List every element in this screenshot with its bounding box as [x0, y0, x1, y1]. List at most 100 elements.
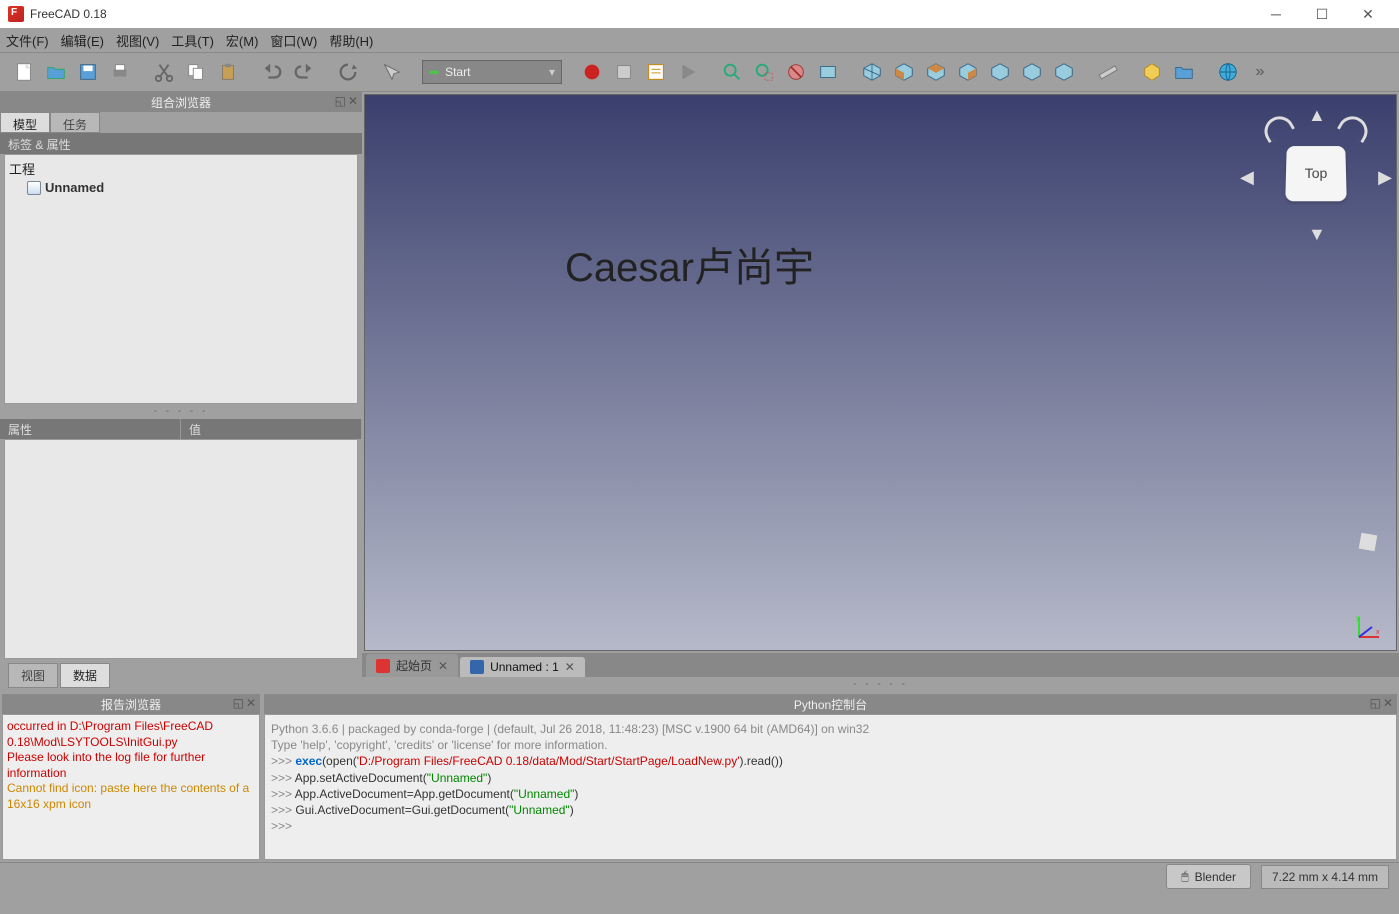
- panel-close-icon[interactable]: ✕: [348, 94, 358, 108]
- tree-root[interactable]: 工程: [9, 159, 353, 178]
- nav-down-arrow-icon[interactable]: ▼: [1308, 224, 1326, 245]
- panel-close-icon[interactable]: ✕: [1383, 696, 1393, 710]
- paste-icon[interactable]: [214, 58, 242, 86]
- view-iso-icon[interactable]: [858, 58, 886, 86]
- splitter-handle[interactable]: - - - - -: [362, 677, 1399, 692]
- nav-rotate-ccw-icon[interactable]: [1259, 111, 1295, 143]
- mouse-icon: 🖱: [1181, 869, 1188, 884]
- close-tab-icon[interactable]: ✕: [565, 660, 575, 674]
- macro-list-icon[interactable]: [642, 58, 670, 86]
- draw-style-icon[interactable]: [782, 58, 810, 86]
- print-icon[interactable]: [106, 58, 134, 86]
- macro-record-icon[interactable]: [578, 58, 606, 86]
- macro-play-icon[interactable]: [674, 58, 702, 86]
- group-icon[interactable]: [1170, 58, 1198, 86]
- menu-file[interactable]: 文件(F): [6, 31, 49, 50]
- panel-float-icon[interactable]: ◱: [233, 696, 244, 710]
- py-line: >>> Gui.ActiveDocument=Gui.getDocument("…: [271, 802, 1390, 818]
- cut-icon[interactable]: [150, 58, 178, 86]
- refresh-icon[interactable]: [334, 58, 362, 86]
- doc-tab-unnamed[interactable]: Unnamed : 1 ✕: [460, 657, 585, 677]
- report-line: occurred in D:\Program Files\FreeCAD 0.1…: [7, 719, 255, 750]
- panel-close-icon[interactable]: ✕: [246, 696, 256, 710]
- menu-bar: 文件(F) 编辑(E) 视图(V) 工具(T) 宏(M) 窗口(W) 帮助(H): [0, 28, 1399, 52]
- main-area: 组合浏览器 ◱ ✕ 模型 任务 标签 & 属性 工程 Unnamed - - -…: [0, 92, 1399, 692]
- py-line: Type 'help', 'copyright', 'credits' or '…: [271, 737, 1390, 753]
- part-icon[interactable]: [1138, 58, 1166, 86]
- viewport-wrap: Caesar卢尚宇 ▲ ▼ ◀ ▶ Top xy 起始页 ✕: [362, 92, 1399, 692]
- tree-item-unnamed[interactable]: Unnamed: [9, 180, 353, 195]
- panel-float-icon[interactable]: ◱: [1370, 696, 1381, 710]
- nav-left-arrow-icon[interactable]: ◀: [1240, 167, 1254, 188]
- more-icon[interactable]: »: [1246, 58, 1274, 86]
- 3d-viewport[interactable]: Caesar卢尚宇 ▲ ▼ ◀ ▶ Top xy: [364, 94, 1397, 651]
- report-title: 报告浏览器: [101, 696, 161, 713]
- document-icon: [27, 181, 41, 195]
- menu-edit[interactable]: 编辑(E): [61, 31, 104, 50]
- main-toolbar: ➡Start ▾ »: [0, 52, 1399, 92]
- python-body[interactable]: Python 3.6.6 | packaged by conda-forge |…: [264, 714, 1397, 860]
- svg-text:x: x: [1376, 629, 1380, 636]
- view-rear-icon[interactable]: [986, 58, 1014, 86]
- macro-stop-icon[interactable]: [610, 58, 638, 86]
- workbench-selector[interactable]: ➡Start ▾: [422, 60, 562, 84]
- menu-view[interactable]: 视图(V): [116, 31, 159, 50]
- fit-all-icon[interactable]: [718, 58, 746, 86]
- menu-help[interactable]: 帮助(H): [329, 31, 373, 50]
- property-tabs: 视图 数据: [0, 659, 362, 692]
- doc-tab-label: 起始页: [396, 657, 432, 674]
- fit-sel-icon[interactable]: [750, 58, 778, 86]
- menu-window[interactable]: 窗口(W): [270, 31, 317, 50]
- save-file-icon[interactable]: [74, 58, 102, 86]
- py-prompt[interactable]: >>>: [271, 818, 1390, 834]
- open-file-icon[interactable]: [42, 58, 70, 86]
- menu-tools[interactable]: 工具(T): [171, 31, 214, 50]
- tree-item-label: Unnamed: [45, 180, 104, 195]
- view-front-icon[interactable]: [890, 58, 918, 86]
- minimize-button[interactable]: ─: [1253, 0, 1299, 28]
- status-bar: 🖱 Blender 7.22 mm x 4.14 mm: [0, 862, 1399, 890]
- maximize-button[interactable]: ☐: [1299, 0, 1345, 28]
- report-view-panel: 报告浏览器 ◱✕ occurred in D:\Program Files\Fr…: [2, 694, 260, 860]
- panel-float-icon[interactable]: ◱: [335, 94, 346, 108]
- model-tree[interactable]: 工程 Unnamed: [4, 154, 358, 404]
- tab-task[interactable]: 任务: [50, 112, 100, 133]
- close-tab-icon[interactable]: ✕: [438, 659, 448, 673]
- combo-tabs: 模型 任务: [0, 112, 362, 134]
- copy-icon[interactable]: [182, 58, 210, 86]
- tab-data[interactable]: 数据: [60, 663, 110, 688]
- new-file-icon[interactable]: [10, 58, 38, 86]
- labels-attrs-header: 标签 & 属性: [0, 134, 362, 154]
- navcube-mini-icon[interactable]: [1359, 533, 1378, 552]
- whats-this-icon[interactable]: [378, 58, 406, 86]
- web-icon[interactable]: [1214, 58, 1242, 86]
- close-button[interactable]: ✕: [1345, 0, 1391, 28]
- report-body[interactable]: occurred in D:\Program Files\FreeCAD 0.1…: [2, 714, 260, 860]
- navigation-cube[interactable]: ▲ ▼ ◀ ▶ Top: [1246, 105, 1386, 245]
- python-title: Python控制台: [794, 696, 867, 713]
- report-header: 报告浏览器 ◱✕: [2, 694, 260, 714]
- measure-icon[interactable]: [1094, 58, 1122, 86]
- report-line: Please look into the log file for furthe…: [7, 750, 255, 781]
- navcube-face[interactable]: Top: [1285, 146, 1346, 201]
- py-line: >>> App.setActiveDocument("Unnamed"): [271, 770, 1390, 786]
- view-bottom-icon[interactable]: [1018, 58, 1046, 86]
- view-top-icon[interactable]: [922, 58, 950, 86]
- doc-tab-start[interactable]: 起始页 ✕: [366, 654, 458, 677]
- property-body[interactable]: [4, 439, 358, 659]
- menu-macro[interactable]: 宏(M): [226, 31, 259, 50]
- undo-icon[interactable]: [258, 58, 286, 86]
- nav-up-arrow-icon[interactable]: ▲: [1308, 105, 1326, 126]
- bottom-panels: 报告浏览器 ◱✕ occurred in D:\Program Files\Fr…: [0, 692, 1399, 862]
- bbox-icon[interactable]: [814, 58, 842, 86]
- redo-icon[interactable]: [290, 58, 318, 86]
- splitter-handle[interactable]: - - - - -: [0, 404, 362, 419]
- nav-style-button[interactable]: 🖱 Blender: [1166, 864, 1251, 889]
- tab-view[interactable]: 视图: [8, 663, 58, 688]
- svg-text:y: y: [1356, 615, 1360, 622]
- view-left-icon[interactable]: [1050, 58, 1078, 86]
- nav-rotate-cw-icon[interactable]: [1337, 111, 1373, 143]
- nav-right-arrow-icon[interactable]: ▶: [1378, 167, 1392, 188]
- tab-model[interactable]: 模型: [0, 112, 50, 133]
- view-right-icon[interactable]: [954, 58, 982, 86]
